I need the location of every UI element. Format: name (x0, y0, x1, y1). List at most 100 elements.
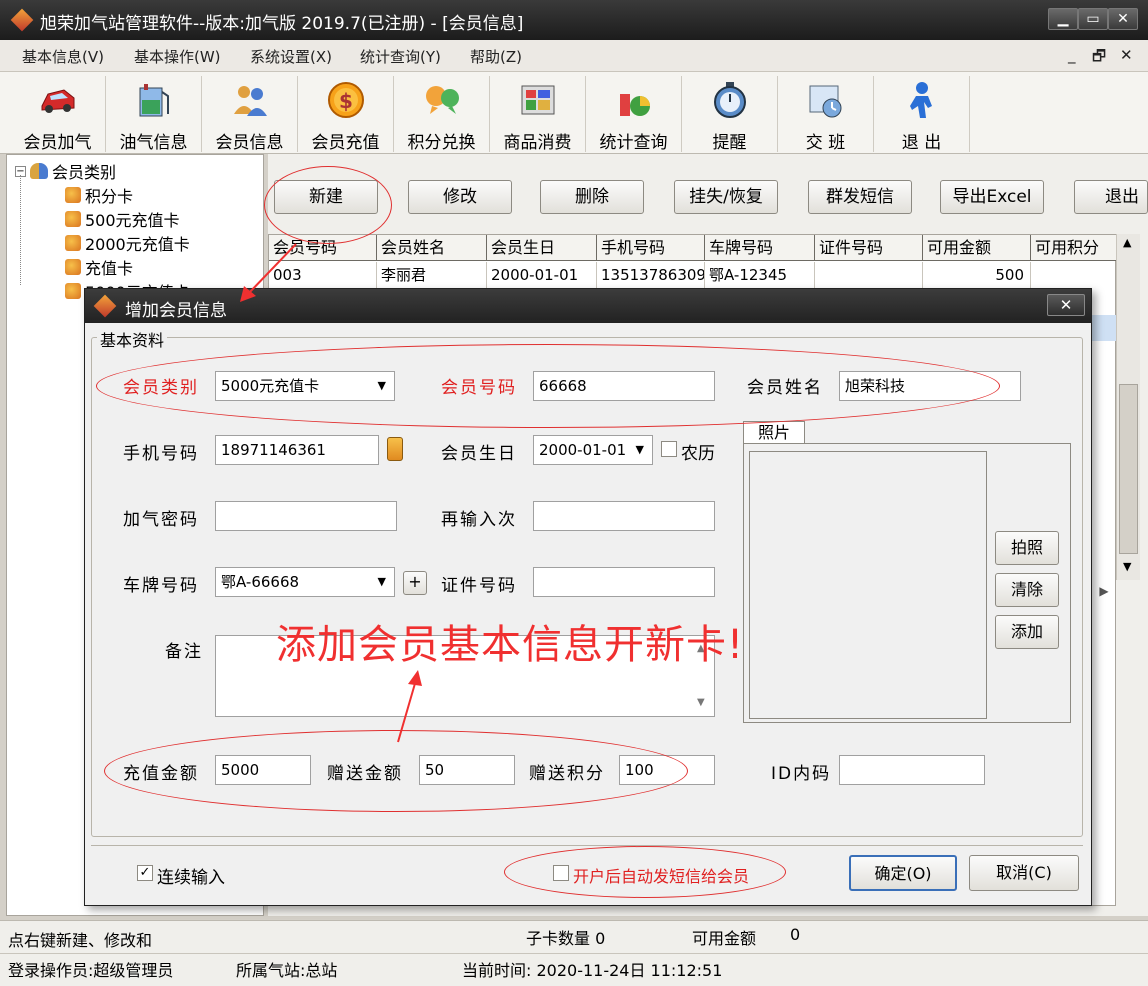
tool-exit[interactable]: 退 出 (874, 76, 970, 152)
tree-item-2000-card[interactable]: 2000元充值卡 (65, 231, 190, 255)
current-time: 当前时间: 2020-11-24日 11:12:51 (462, 957, 722, 981)
birthday-picker[interactable]: 2000-01-01 ▼ (533, 435, 653, 465)
birthday-value: 2000-01-01 (539, 441, 626, 459)
capture-photo-button[interactable]: 拍照 (995, 531, 1059, 565)
plate-select[interactable]: 鄂A-66668 ▼ (215, 567, 395, 597)
tree-item-500-card[interactable]: 500元充值卡 (65, 207, 180, 231)
car-icon (38, 80, 78, 120)
tree-item-points-card[interactable]: 积分卡 (65, 183, 133, 207)
add-plate-button[interactable]: + (403, 571, 427, 595)
svg-text:$: $ (339, 89, 353, 113)
report-loss-button[interactable]: 挂失/恢复 (674, 180, 778, 214)
column-header[interactable]: 手机号码 (597, 235, 705, 261)
table-cell: 鄂A-12345 (705, 262, 815, 288)
scroll-down-icon[interactable]: ▼ (1123, 560, 1131, 573)
chart-icon (614, 80, 654, 120)
tree-item-label: 充值卡 (85, 255, 133, 279)
id-number-field[interactable] (533, 567, 715, 597)
note-scroll-down-icon[interactable]: ▼ (697, 697, 705, 708)
tool-member-info[interactable]: 会员信息 (202, 76, 298, 152)
minimize-button[interactable]: ▁ (1048, 8, 1078, 30)
tool-label: 积分兑换 (394, 128, 489, 153)
tool-stats-query[interactable]: 统计查询 (586, 76, 682, 152)
mobile-phone-icon[interactable] (387, 437, 403, 461)
bulk-sms-button[interactable]: 群发短信 (808, 180, 912, 214)
stopwatch-icon (710, 80, 750, 120)
shift-icon (806, 80, 846, 120)
tree-item-label: 积分卡 (85, 183, 133, 207)
tool-reminder[interactable]: 提醒 (682, 76, 778, 152)
plate-label: 车牌号码 (123, 571, 199, 596)
table-cell: 李丽君 (377, 262, 487, 288)
menu-basic-ops[interactable]: 基本操作(W) (134, 46, 221, 67)
menu-settings[interactable]: 系统设置(X) (250, 46, 332, 67)
password-confirm-field[interactable] (533, 501, 715, 531)
id-number-label: 证件号码 (441, 571, 517, 596)
tool-member-refuel[interactable]: 会员加气 (10, 76, 106, 152)
scroll-right-icon[interactable]: ▶ (1092, 582, 1116, 600)
note-label: 备注 (165, 637, 203, 662)
photo-tab[interactable]: 照片 (743, 421, 805, 443)
menu-stats[interactable]: 统计查询(Y) (360, 46, 441, 67)
delete-button[interactable]: 删除 (540, 180, 644, 214)
password-field[interactable] (215, 501, 397, 531)
tool-fuel-info[interactable]: 油气信息 (106, 76, 202, 152)
tool-points-exchange[interactable]: 积分兑换 (394, 76, 490, 152)
id-code-label: ID内码 (771, 759, 831, 784)
window-titlebar: 旭荣加气站管理软件--版本:加气版 2019.7(已注册) - [会员信息] ▁… (0, 0, 1148, 40)
column-header[interactable]: 证件号码 (815, 235, 923, 261)
hint-text: 点右键新建、修改和 (8, 927, 152, 951)
tool-goods-consume[interactable]: 商品消费 (490, 76, 586, 152)
card-icon (65, 259, 81, 275)
tool-label: 会员加气 (10, 128, 105, 153)
tree-item-label: 500元充值卡 (85, 207, 180, 231)
column-header[interactable]: 可用金额 (923, 235, 1031, 261)
tree-item-recharge-card[interactable]: 充值卡 (65, 255, 133, 279)
dialog-title: 增加会员信息 (125, 296, 227, 321)
mdi-restore-button[interactable]: 🗗 (1092, 46, 1106, 71)
dialog-close-button[interactable]: ✕ (1047, 294, 1085, 316)
tool-label: 提醒 (682, 128, 777, 153)
available-amount-value: 0 (790, 925, 800, 944)
password-label: 加气密码 (123, 505, 199, 530)
cancel-button[interactable]: 取消(C) (969, 855, 1079, 891)
export-excel-button[interactable]: 导出Excel (940, 180, 1044, 214)
mdi-close-button[interactable]: ✕ (1120, 46, 1133, 64)
tool-member-recharge[interactable]: $ 会员充值 (298, 76, 394, 152)
card-icon (65, 283, 81, 299)
menu-bar: 基本信息(V) 基本操作(W) 系统设置(X) 统计查询(Y) 帮助(Z) _ … (0, 40, 1148, 72)
vertical-scrollbar[interactable]: ▲ ▼ (1116, 234, 1140, 580)
group-label: 基本资料 (97, 327, 167, 351)
mdi-minimize-button[interactable]: _ (1068, 46, 1076, 64)
column-header[interactable]: 会员姓名 (377, 235, 487, 261)
close-button[interactable]: ✕ (1108, 8, 1138, 30)
add-photo-button[interactable]: 添加 (995, 615, 1059, 649)
tool-label: 油气信息 (106, 128, 201, 153)
scroll-thumb[interactable] (1119, 384, 1138, 554)
maximize-button[interactable]: ▭ (1078, 8, 1108, 30)
users-icon (230, 80, 270, 120)
phone-field[interactable]: 18971146361 (215, 435, 379, 465)
menu-help[interactable]: 帮助(Z) (470, 46, 522, 67)
menu-basic-info[interactable]: 基本信息(V) (22, 46, 104, 67)
ok-button[interactable]: 确定(O) (849, 855, 957, 891)
arrow-up-icon (388, 666, 428, 746)
edit-button[interactable]: 修改 (408, 180, 512, 214)
column-header[interactable]: 可用积分 (1031, 235, 1117, 261)
tool-shift-change[interactable]: 交 班 (778, 76, 874, 152)
exit-pane-button[interactable]: 退出 (1074, 180, 1148, 214)
column-header[interactable]: 会员生日 (487, 235, 597, 261)
scroll-up-icon[interactable]: ▲ (1123, 236, 1131, 249)
table-cell: 13513786309 (597, 262, 705, 288)
tree-root[interactable]: − 会员类别 (15, 159, 116, 183)
continuous-input-checkbox[interactable]: ✓ (137, 865, 153, 881)
clear-photo-button[interactable]: 清除 (995, 573, 1059, 607)
status-divider (0, 953, 1148, 954)
column-header[interactable]: 车牌号码 (705, 235, 815, 261)
table-cell: 2000-01-01 (487, 262, 597, 288)
annotation-text: 添加会员基本信息开新卡! (276, 612, 744, 670)
fuel-icon (134, 80, 174, 120)
lunar-checkbox[interactable] (661, 441, 677, 457)
tool-label: 退 出 (874, 128, 969, 153)
id-code-field[interactable] (839, 755, 985, 785)
